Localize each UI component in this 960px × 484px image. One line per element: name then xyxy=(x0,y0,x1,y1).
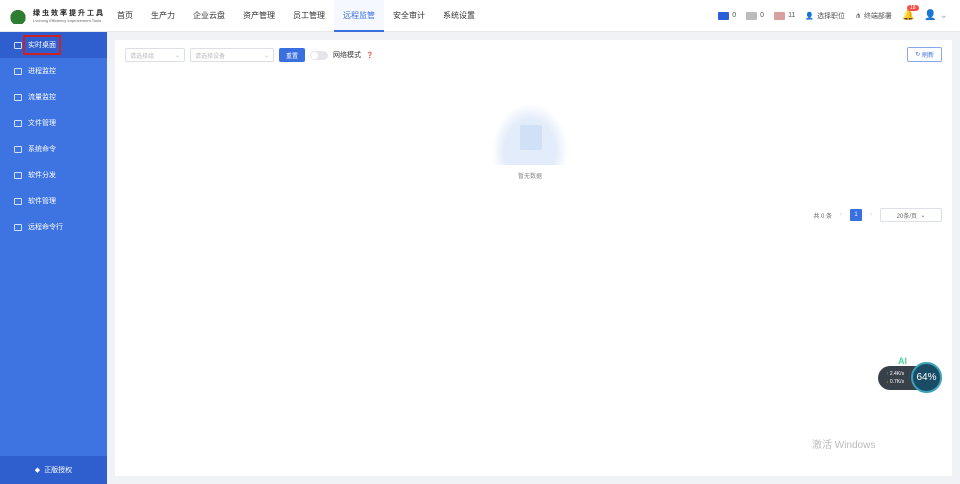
sidebar-item-software-distribution[interactable]: 软件分发 xyxy=(0,162,107,188)
terminal-deploy-button[interactable]: ⋔ 终端部署 xyxy=(855,11,892,21)
select-post-label: 选择职位 xyxy=(817,12,846,20)
monitor-offline-icon xyxy=(774,11,786,20)
sidebar-item-process-monitor[interactable]: 进程监控 xyxy=(0,58,107,84)
idle-count[interactable]: 0 xyxy=(746,11,765,20)
distribute-icon xyxy=(14,171,22,179)
sidebar-item-file-management[interactable]: 文件管理 xyxy=(0,110,107,136)
empty-state: 暂无数据 xyxy=(480,95,580,180)
traffic-icon xyxy=(14,93,22,101)
offline-count[interactable]: 11 xyxy=(774,11,796,20)
sidebar-item-label: 进程监控 xyxy=(28,68,56,75)
online-count[interactable]: 0 xyxy=(718,11,737,20)
folder-icon xyxy=(14,119,22,127)
sidebar-item-system-command[interactable]: 系统命令 xyxy=(0,136,107,162)
chevron-down-icon: ⌄ xyxy=(174,52,180,59)
device-select[interactable]: 请选择设备 ⌄ xyxy=(190,48,274,62)
upload-speed: 2.4K/s xyxy=(889,371,905,377)
main-nav: 首页 生产力 企业云盘 资产管理 员工管理 远程监管 安全审计 系统设置 xyxy=(108,0,484,32)
nav-remote-monitor[interactable]: 远程监管 xyxy=(334,0,384,32)
offline-value: 11 xyxy=(788,12,796,19)
logo-icon xyxy=(8,7,28,24)
network-mode-toggle[interactable] xyxy=(310,50,329,60)
usage-gauge: 64% xyxy=(911,362,942,393)
nav-cloud-disk[interactable]: 企业云盘 xyxy=(184,0,234,32)
refresh-icon: ↻ xyxy=(915,52,922,58)
logo: 绿虫效率提升工具 Lvchong Efficiency Improvement … xyxy=(0,7,108,24)
group-placeholder: 请选择组 xyxy=(130,53,155,60)
page-size-value: 20条/页 xyxy=(896,213,917,220)
command-icon xyxy=(14,145,22,153)
idle-value: 0 xyxy=(760,12,765,19)
empty-illustration-icon xyxy=(485,95,575,165)
sidebar-item-software-management[interactable]: 软件管理 xyxy=(0,188,107,214)
online-value: 0 xyxy=(732,12,737,19)
bell-icon[interactable]: 🔔 18 xyxy=(902,5,919,21)
top-bar: 绿虫效率提升工具 Lvchong Efficiency Improvement … xyxy=(0,0,960,32)
nav-assets[interactable]: 资产管理 xyxy=(234,0,284,32)
ai-widget[interactable]: AI ↑ 2.4K/s ↓ 0.7K/s 64% xyxy=(878,356,942,393)
monitor-idle-icon xyxy=(746,11,758,20)
avatar[interactable]: 👤 ⌄ xyxy=(924,10,948,21)
sidebar-item-label: 文件管理 xyxy=(28,120,56,127)
monitor-online-icon xyxy=(718,11,730,20)
nav-productivity[interactable]: 生产力 xyxy=(142,0,184,32)
user-icon: 👤 xyxy=(805,12,815,20)
logo-title: 绿虫效率提升工具 xyxy=(33,10,105,17)
prev-page-button[interactable]: ‹ xyxy=(840,212,842,218)
sidebar-item-label: 实时桌面 xyxy=(23,35,61,55)
select-post-button[interactable]: 👤 选择职位 xyxy=(805,11,845,21)
total-count: 共 0 条 xyxy=(813,213,832,220)
group-select[interactable]: 请选择组 ⌄ xyxy=(125,48,185,62)
monitor-icon xyxy=(14,41,22,49)
nav-security-audit[interactable]: 安全审计 xyxy=(384,0,434,32)
sidebar-item-remote-cli[interactable]: 远程命令行 xyxy=(0,214,107,240)
reset-button[interactable]: 重置 xyxy=(279,48,306,62)
sidebar-item-traffic-monitor[interactable]: 流量监控 xyxy=(0,84,107,110)
help-icon[interactable]: ❓ xyxy=(366,52,373,59)
content-panel: 请选择组 ⌄ 请选择设备 ⌄ 重置 网络模式 ❓ ↻ 刷新 暂无数据 共 0 条 ‹… xyxy=(115,40,952,476)
sidebar: 实时桌面 进程监控 流量监控 文件管理 系统命令 软件分发 软件管理 远程命令行… xyxy=(0,32,107,484)
page-1[interactable]: 1 xyxy=(850,209,862,221)
terminal-deploy-label: 终端部署 xyxy=(863,12,892,20)
page-size-select[interactable]: 20条/页 ⌄ xyxy=(880,208,942,222)
software-icon xyxy=(14,197,22,205)
diamond-icon: ◆ xyxy=(34,467,41,474)
next-page-button[interactable]: › xyxy=(870,212,872,218)
sidebar-item-label: 软件管理 xyxy=(28,198,56,205)
sidebar-item-label: 系统命令 xyxy=(28,146,56,153)
sidebar-item-label: 软件分发 xyxy=(28,172,56,179)
refresh-button[interactable]: ↻ 刷新 xyxy=(907,47,942,62)
license-button[interactable]: ◆ 正版授权 xyxy=(0,456,107,484)
logo-subtitle: Lvchong Efficiency Improvement Tools xyxy=(33,18,102,23)
network-mode-label: 网络模式 xyxy=(333,52,362,59)
nav-settings[interactable]: 系统设置 xyxy=(434,0,484,32)
license-label: 正版授权 xyxy=(44,467,73,474)
terminal-icon xyxy=(14,223,22,231)
sidebar-item-label: 远程命令行 xyxy=(28,224,63,231)
empty-text: 暂无数据 xyxy=(517,174,542,180)
nav-employees[interactable]: 员工管理 xyxy=(284,0,334,32)
sidebar-item-realtime-desktop[interactable]: 实时桌面 xyxy=(0,32,107,58)
notification-badge: 18 xyxy=(906,5,919,11)
pagination: 共 0 条 ‹ 1 › 20条/页 ⌄ xyxy=(813,208,942,222)
org-tree-icon: ⋔ xyxy=(855,12,861,20)
nav-home[interactable]: 首页 xyxy=(108,0,142,32)
windows-activation-watermark: 激活 Windows xyxy=(812,440,876,451)
sidebar-item-label: 流量监控 xyxy=(28,94,56,101)
refresh-label: 刷新 xyxy=(921,53,934,59)
download-speed: 0.7K/s xyxy=(889,379,905,385)
process-icon xyxy=(14,67,22,75)
chevron-down-icon: ⌄ xyxy=(263,52,269,59)
device-placeholder: 请选择设备 xyxy=(195,53,226,60)
